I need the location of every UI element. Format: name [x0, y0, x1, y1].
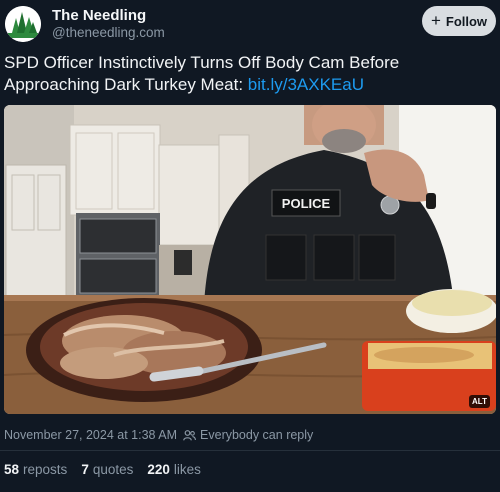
people-icon	[183, 429, 196, 440]
quotes-stat[interactable]: 7 quotes	[81, 462, 133, 477]
post-text: SPD Officer Instinctively Turns Off Body…	[4, 52, 494, 96]
reposts-count: 58	[4, 462, 20, 477]
divider	[0, 450, 500, 451]
post-timestamp[interactable]: November 27, 2024 at 1:38 AM	[4, 428, 177, 442]
likes-label: likes	[173, 462, 201, 477]
needling-logo-icon	[5, 6, 41, 42]
plus-icon: +	[430, 10, 441, 30]
alt-badge[interactable]: ALT	[469, 395, 490, 408]
reply-setting: Everybody can reply	[183, 428, 313, 442]
post-meta: November 27, 2024 at 1:38 AM Everybody c…	[4, 428, 313, 442]
reposts-label: reposts	[23, 462, 68, 477]
quotes-count: 7	[81, 462, 89, 477]
post-header: The Needling @theneedling.com + Follow	[0, 0, 500, 46]
likes-count: 220	[147, 462, 170, 477]
post-image[interactable]: POLICE ALT	[4, 105, 496, 414]
officer-turkey-photo: POLICE	[4, 105, 496, 414]
reply-setting-label: Everybody can reply	[200, 428, 314, 442]
reposts-stat[interactable]: 58 reposts	[4, 462, 67, 477]
quotes-label: quotes	[92, 462, 134, 477]
post-link[interactable]: bit.ly/3AXKEaU	[248, 75, 364, 94]
likes-stat[interactable]: 220 likes	[147, 462, 201, 477]
follow-button[interactable]: + Follow	[422, 6, 496, 36]
follow-label: Follow	[445, 13, 488, 29]
engagement-stats: 58 reposts 7 quotes 220 likes	[4, 462, 201, 477]
avatar[interactable]	[5, 6, 41, 42]
handle[interactable]: @theneedling.com	[52, 25, 165, 40]
display-name[interactable]: The Needling	[52, 7, 146, 24]
vest-label: POLICE	[282, 196, 331, 211]
